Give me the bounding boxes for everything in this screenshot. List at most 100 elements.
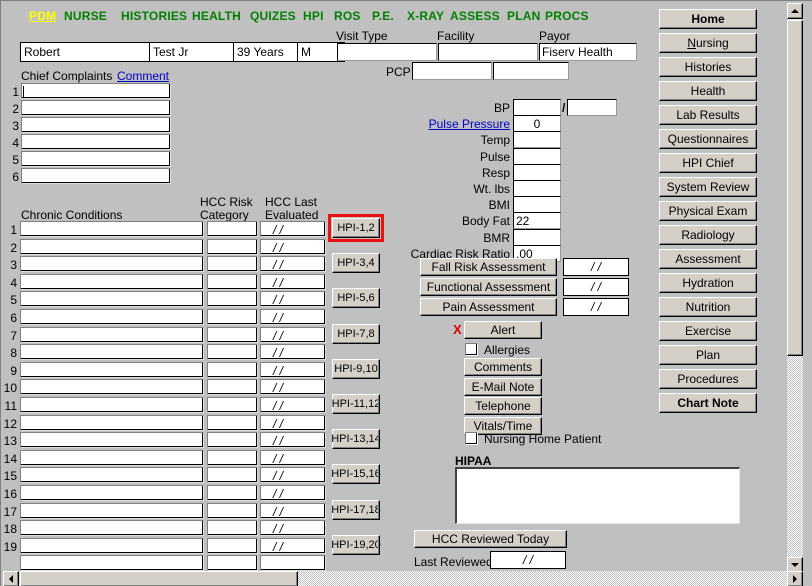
hcc-last-evaluated-input[interactable]: / /: [260, 379, 326, 395]
vertical-scrollbar-thumb[interactable]: [787, 20, 803, 356]
hcc-risk-category-input[interactable]: [207, 555, 258, 571]
hcc-last-evaluated-input[interactable]: / /: [260, 520, 326, 536]
hcc-last-evaluated-input[interactable]: / /: [260, 467, 326, 483]
sidemenu-item-radiology[interactable]: Radiology: [659, 225, 757, 245]
hcc-risk-category-input[interactable]: [207, 450, 258, 466]
patient-last-name-field[interactable]: Test Jr: [149, 42, 234, 62]
sidemenu-item-assessment[interactable]: Assessment: [659, 249, 757, 269]
visit-type-input[interactable]: [337, 43, 437, 61]
horizontal-scrollbar-thumb[interactable]: [20, 571, 298, 586]
hcc-last-evaluated-input[interactable]: / /: [260, 397, 326, 413]
chief-complaints-comment-link[interactable]: Comment: [117, 69, 169, 83]
assessment-date-2[interactable]: / /: [563, 298, 629, 316]
sidemenu-item-home[interactable]: Home: [659, 9, 757, 29]
chief-complaint-input[interactable]: [21, 151, 171, 167]
vitals-input-pulse[interactable]: [513, 148, 561, 165]
sidemenu-item-histories[interactable]: Histories: [659, 57, 757, 77]
hcc-risk-category-input[interactable]: [207, 221, 258, 237]
assessment-button-fall-risk-assessment[interactable]: Fall Risk Assessment: [420, 258, 557, 276]
hcc-risk-category-input[interactable]: [207, 467, 258, 483]
chronic-condition-input[interactable]: [20, 503, 204, 519]
hcc-risk-category-input[interactable]: [207, 538, 258, 554]
hcc-last-evaluated-input[interactable]: / /: [260, 291, 326, 307]
hpi-button-15-16[interactable]: HPI-15,16: [331, 464, 381, 484]
chronic-condition-input[interactable]: [20, 291, 204, 307]
hcc-last-evaluated-input[interactable]: / /: [260, 256, 326, 272]
action-button-comments[interactable]: Comments: [464, 358, 542, 376]
vitals-input-body-fat[interactable]: 22: [513, 212, 561, 229]
nav-item-plan[interactable]: PLAN: [507, 9, 540, 23]
vitals-input-bmi[interactable]: [513, 196, 561, 213]
assessment-date-1[interactable]: / /: [563, 278, 629, 296]
allergies-checkbox[interactable]: [465, 343, 478, 356]
nav-item-assess[interactable]: ASSESS: [450, 9, 500, 23]
chronic-condition-input[interactable]: [20, 379, 204, 395]
alert-button[interactable]: Alert: [464, 321, 542, 339]
nav-item-histories[interactable]: HISTORIES: [121, 9, 187, 23]
hcc-last-evaluated-input[interactable]: / /: [260, 503, 326, 519]
sidemenu-item-questionnaires[interactable]: Questionnaires: [659, 129, 757, 149]
hpi-button-9-10[interactable]: HPI-9,10: [332, 359, 380, 379]
hcc-reviewed-today-button[interactable]: HCC Reviewed Today: [414, 530, 567, 548]
facility-input[interactable]: [438, 43, 538, 61]
hcc-last-evaluated-input[interactable]: / /: [260, 309, 326, 325]
nav-item-x-ray[interactable]: X-RAY: [407, 9, 444, 23]
chronic-condition-input[interactable]: [20, 256, 204, 272]
hcc-risk-category-input[interactable]: [207, 397, 258, 413]
nav-item-nurse[interactable]: NURSE: [64, 9, 107, 23]
pcp-input-2[interactable]: [493, 62, 569, 80]
hcc-risk-category-input[interactable]: [207, 520, 258, 536]
chronic-condition-input[interactable]: [20, 415, 204, 431]
hpi-button-17-18[interactable]: HPI-17,18: [331, 500, 381, 520]
chronic-condition-input[interactable]: [20, 274, 204, 290]
hcc-last-evaluated-input[interactable]: [260, 555, 326, 571]
sidemenu-item-plan[interactable]: Plan: [659, 345, 757, 365]
hcc-last-evaluated-input[interactable]: / /: [260, 538, 326, 554]
chief-complaint-input[interactable]: [21, 83, 171, 99]
chronic-condition-input[interactable]: [20, 397, 204, 413]
vitals-input-temp[interactable]: [513, 131, 561, 148]
pcp-input-1[interactable]: [412, 62, 492, 80]
vitals-label-pulse-pressure[interactable]: Pulse Pressure: [406, 117, 510, 131]
sidemenu-item-procedures[interactable]: Procedures: [659, 369, 757, 389]
hcc-last-evaluated-input[interactable]: / /: [260, 274, 326, 290]
nav-item-pdm[interactable]: PDM: [29, 9, 56, 23]
action-button-e-mail-note[interactable]: E-Mail Note: [464, 378, 542, 396]
assessment-button-functional-assessment[interactable]: Functional Assessment: [420, 278, 557, 296]
chronic-condition-input[interactable]: [20, 362, 204, 378]
sidemenu-item-hydration[interactable]: Hydration: [659, 273, 757, 293]
hcc-risk-category-input[interactable]: [207, 432, 258, 448]
hpi-button-1-2[interactable]: HPI-1,2: [332, 218, 380, 238]
chronic-condition-input[interactable]: [20, 327, 204, 343]
chronic-condition-input[interactable]: [20, 485, 204, 501]
hcc-risk-category-input[interactable]: [207, 379, 258, 395]
vitals-input-bp[interactable]: [513, 99, 561, 116]
sidemenu-item-hpi-chief[interactable]: HPI Chief: [659, 153, 757, 173]
chief-complaint-input[interactable]: [21, 100, 171, 116]
hpi-button-3-4[interactable]: HPI-3,4: [332, 253, 380, 273]
chronic-condition-input[interactable]: [20, 538, 204, 554]
hcc-last-evaluated-input[interactable]: / /: [260, 239, 326, 255]
vitals-input-wt-lbs[interactable]: [513, 180, 561, 197]
hcc-risk-category-input[interactable]: [207, 344, 258, 360]
scroll-left-button[interactable]: [3, 571, 19, 586]
chief-complaint-input[interactable]: [21, 117, 171, 133]
chronic-condition-input[interactable]: [20, 309, 204, 325]
sidemenu-item-nutrition[interactable]: Nutrition: [659, 297, 757, 317]
sidemenu-item-physical-exam[interactable]: Physical Exam: [659, 201, 757, 221]
hcc-risk-category-input[interactable]: [207, 239, 258, 255]
hpi-button-19-20[interactable]: HPI-19,20: [331, 535, 381, 555]
nav-item-p-e-[interactable]: P.E.: [372, 9, 394, 23]
vitals-input-resp[interactable]: [513, 164, 561, 181]
hcc-last-evaluated-input[interactable]: / /: [260, 415, 326, 431]
hcc-risk-category-input[interactable]: [207, 327, 258, 343]
sidemenu-item-health[interactable]: Health: [659, 81, 757, 101]
hcc-risk-category-input[interactable]: [207, 274, 258, 290]
nav-item-hpi[interactable]: HPI: [303, 9, 324, 23]
hcc-last-evaluated-input[interactable]: / /: [260, 432, 326, 448]
nav-item-ros[interactable]: ROS: [334, 9, 361, 23]
hipaa-textarea[interactable]: [455, 467, 740, 524]
patient-first-name-field[interactable]: Robert: [20, 42, 150, 62]
chronic-condition-input[interactable]: [20, 520, 204, 536]
hcc-last-evaluated-input[interactable]: / /: [260, 327, 326, 343]
